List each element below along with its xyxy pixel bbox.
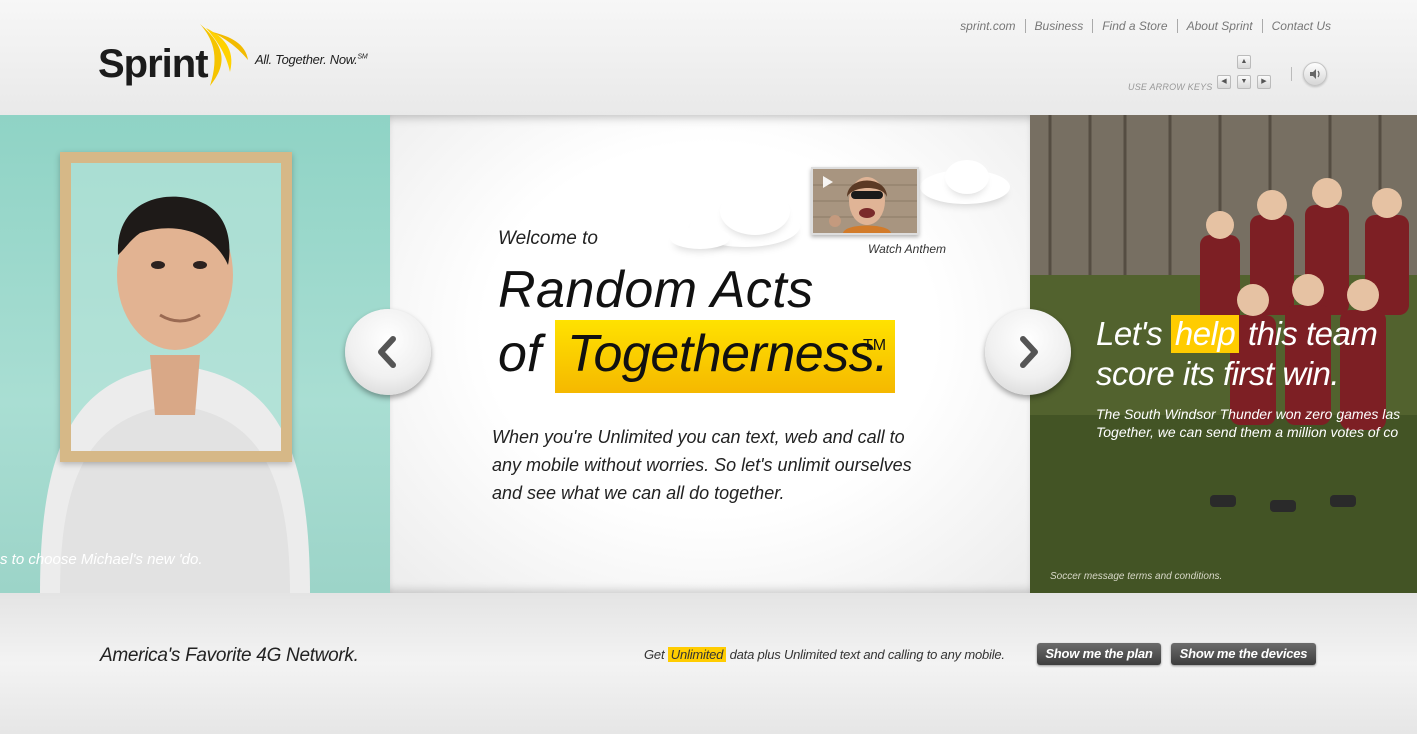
sound-toggle-button[interactable] bbox=[1303, 62, 1327, 86]
trademark-mark: TM bbox=[863, 337, 887, 354]
hero-carousel: s to choose Michael's new 'do. Watch Ant… bbox=[0, 115, 1417, 593]
carousel-slide-right[interactable]: Let's help this team score its first win… bbox=[1030, 115, 1417, 593]
arrow-right-icon[interactable]: ▶ bbox=[1257, 75, 1271, 89]
site-footer: America's Favorite 4G Network. Get Unlim… bbox=[0, 593, 1417, 734]
unlimited-promo-text: Get Unlimited data plus Unlimited text a… bbox=[644, 647, 1005, 662]
nav-link-about-sprint[interactable]: About Sprint bbox=[1176, 19, 1262, 33]
video-thumbnail[interactable] bbox=[811, 167, 919, 235]
right-body-line-2: Together, we can send them a million vot… bbox=[1096, 424, 1399, 440]
nav-link-contact-us[interactable]: Contact Us bbox=[1261, 19, 1331, 33]
right-headline-line-2: score its first win. bbox=[1096, 355, 1340, 392]
network-slogan: America's Favorite 4G Network. bbox=[100, 645, 359, 666]
tagline-mark: SM bbox=[357, 53, 368, 61]
chevron-right-icon bbox=[1020, 336, 1038, 368]
arrow-up-icon[interactable]: ▲ bbox=[1237, 55, 1251, 69]
picture-frame bbox=[60, 152, 292, 462]
right-body-line-1: The South Windsor Thunder won zero games… bbox=[1096, 406, 1401, 422]
carousel-prev-button[interactable] bbox=[345, 309, 431, 395]
soccer-terms-link[interactable]: Soccer message terms and conditions. bbox=[1050, 571, 1222, 582]
right-body-copy: The South Windsor Thunder won zero games… bbox=[1096, 405, 1400, 441]
headline-of: of bbox=[498, 325, 542, 383]
promo-pre: Get bbox=[644, 647, 665, 662]
cloud-decoration bbox=[945, 160, 989, 194]
brand-tagline: All. Together. Now.SM bbox=[255, 52, 368, 67]
show-plan-button[interactable]: Show me the plan bbox=[1037, 643, 1161, 665]
soccer-team-image bbox=[1030, 115, 1417, 593]
left-slide-caption[interactable]: s to choose Michael's new 'do. bbox=[0, 551, 203, 568]
sprint-wing-icon bbox=[200, 24, 248, 86]
right-headline-pre: Let's bbox=[1096, 315, 1163, 352]
cloud-decoration bbox=[670, 227, 730, 249]
play-icon[interactable] bbox=[819, 173, 837, 191]
promo-highlight: Unlimited bbox=[667, 647, 727, 662]
carousel-next-button[interactable] bbox=[985, 309, 1071, 395]
promo-post: data plus Unlimited text and calling to … bbox=[729, 647, 1005, 662]
nav-link-sprint-com[interactable]: sprint.com bbox=[951, 19, 1024, 33]
show-devices-button[interactable]: Show me the devices bbox=[1171, 643, 1316, 665]
divider bbox=[1291, 67, 1292, 81]
sprint-logo[interactable]: Sprint bbox=[98, 22, 258, 92]
speaker-icon bbox=[1310, 69, 1320, 79]
right-headline-line-1: Let's help this team bbox=[1096, 315, 1378, 353]
nav-link-business[interactable]: Business bbox=[1024, 19, 1093, 33]
watch-anthem-link[interactable]: Watch Anthem bbox=[868, 242, 946, 256]
chevron-left-icon bbox=[378, 336, 396, 368]
nav-link-find-a-store[interactable]: Find a Store bbox=[1092, 19, 1176, 33]
carousel-slide-center: Watch Anthem Welcome to Random Acts of T… bbox=[390, 115, 1030, 593]
site-header: Sprint All. Together. Now.SM sprint.com … bbox=[0, 0, 1417, 115]
arrow-left-icon[interactable]: ◀ bbox=[1217, 75, 1231, 89]
cloud-decoration bbox=[720, 187, 790, 235]
right-headline-highlight: help bbox=[1170, 315, 1240, 353]
right-headline-post: this team bbox=[1247, 315, 1378, 352]
center-body-copy: When you're Unlimited you can text, web … bbox=[492, 427, 912, 503]
headline-line-1: Random Acts bbox=[498, 261, 814, 319]
tagline-text: All. Together. Now. bbox=[255, 52, 358, 67]
top-navigation: sprint.com Business Find a Store About S… bbox=[951, 19, 1331, 33]
headline-highlight-word: Togetherness. bbox=[567, 325, 889, 383]
carousel-slide-left[interactable]: s to choose Michael's new 'do. bbox=[0, 115, 390, 593]
welcome-text: Welcome to bbox=[498, 228, 598, 249]
arrow-keys-hint: USE ARROW KEYS bbox=[1128, 82, 1213, 92]
arrow-down-icon[interactable]: ▼ bbox=[1237, 75, 1251, 89]
